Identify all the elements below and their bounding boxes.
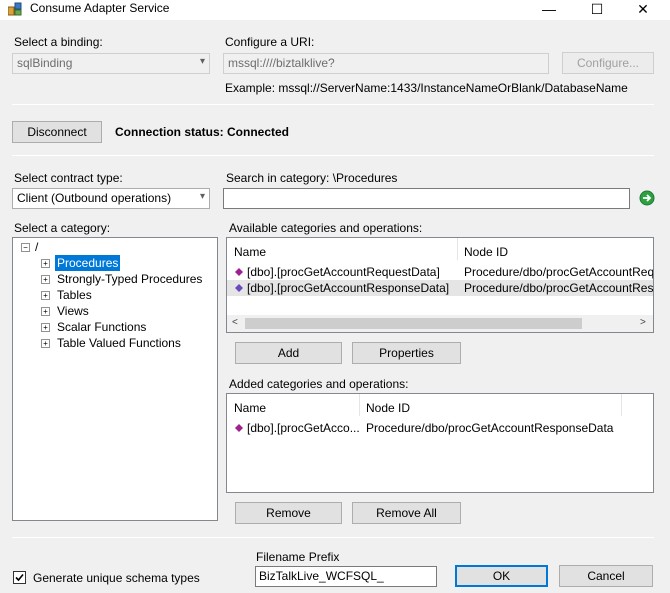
properties-button[interactable]: Properties: [352, 342, 461, 364]
uri-label: Configure a URI:: [225, 35, 315, 49]
category-tree[interactable]: − / + Procedures + Strongly-Typed Proced…: [12, 237, 218, 521]
added-list[interactable]: Name Node ID [dbo].[procGetAcco... Proce…: [226, 393, 654, 493]
disconnect-button[interactable]: Disconnect: [12, 121, 102, 143]
cancel-button[interactable]: Cancel: [559, 565, 653, 587]
uri-example: Example: mssql://ServerName:1433/Instanc…: [225, 81, 628, 95]
column-divider[interactable]: [359, 394, 360, 416]
add-button[interactable]: Add: [235, 342, 342, 364]
window-title: Consume Adapter Service: [30, 1, 170, 15]
tree-item-views[interactable]: Views: [57, 303, 89, 319]
tree-item-scalar-functions[interactable]: Scalar Functions: [57, 319, 146, 335]
expand-icon[interactable]: +: [41, 323, 50, 332]
filename-prefix-label: Filename Prefix: [256, 550, 340, 564]
chevron-down-icon: ▾: [199, 56, 205, 67]
generate-unique-checkbox[interactable]: [13, 571, 26, 584]
tree-root[interactable]: /: [35, 239, 38, 255]
chevron-left-icon[interactable]: <: [232, 317, 238, 328]
expand-icon[interactable]: +: [41, 291, 50, 300]
search-go-icon[interactable]: [639, 190, 655, 206]
operation-name: [dbo].[procGetAccountRequestData]: [247, 265, 440, 279]
available-label: Available categories and operations:: [229, 221, 423, 235]
scrollbar-thumb[interactable]: [245, 318, 582, 329]
maximize-button[interactable]: ☐: [580, 0, 614, 20]
column-header-name[interactable]: Name: [234, 245, 266, 259]
tree-item-procedures[interactable]: Procedures: [55, 255, 121, 271]
operation-node-id: Procedure/dbo/procGetAccountRequestData: [464, 265, 654, 279]
contract-type-label: Select contract type:: [14, 171, 123, 185]
binding-select[interactable]: sqlBinding ▾: [12, 53, 210, 74]
tree-item-strongly-typed-procedures[interactable]: Strongly-Typed Procedures: [57, 271, 202, 287]
category-label: Select a category:: [14, 221, 111, 235]
column-header-node-id[interactable]: Node ID: [366, 401, 410, 415]
generate-unique-label[interactable]: Generate unique schema types: [33, 571, 200, 585]
search-input[interactable]: [223, 188, 630, 209]
binding-label: Select a binding:: [14, 35, 103, 49]
column-divider[interactable]: [457, 238, 458, 260]
remove-button[interactable]: Remove: [235, 502, 342, 524]
divider: [12, 155, 654, 156]
divider: [12, 104, 654, 105]
close-button[interactable]: ✕: [626, 0, 660, 20]
table-row[interactable]: [dbo].[procGetAccountRequestData] Proced…: [227, 264, 653, 280]
table-row[interactable]: [dbo].[procGetAcco... Procedure/dbo/proc…: [227, 420, 653, 436]
contract-type-value: Client (Outbound operations): [17, 191, 172, 205]
chevron-down-icon: ▾: [199, 191, 205, 202]
remove-all-button[interactable]: Remove All: [352, 502, 461, 524]
operation-icon: [235, 268, 243, 276]
operation-node-id: Procedure/dbo/procGetAccountResponseData: [464, 281, 654, 295]
expand-icon[interactable]: +: [41, 307, 50, 316]
disconnect-label: Disconnect: [27, 125, 87, 139]
filename-prefix-input[interactable]: BizTalkLive_WCFSQL_: [255, 566, 437, 587]
minimize-button[interactable]: —: [532, 0, 566, 20]
expand-icon[interactable]: +: [41, 339, 50, 348]
uri-input[interactable]: mssql:////biztalklive?: [223, 53, 549, 74]
column-header-node-id[interactable]: Node ID: [464, 245, 508, 259]
column-header-name[interactable]: Name: [234, 401, 266, 415]
operation-name: [dbo].[procGetAccountResponseData]: [247, 281, 450, 295]
tree-item-table-valued-functions[interactable]: Table Valued Functions: [57, 335, 181, 351]
operation-node-id: Procedure/dbo/procGetAccountResponseData: [366, 421, 614, 435]
chevron-right-icon[interactable]: >: [640, 317, 646, 328]
available-list[interactable]: Name Node ID [dbo].[procGetAccountReques…: [226, 237, 654, 333]
checkmark-icon: [15, 573, 24, 582]
operation-name: [dbo].[procGetAcco...: [247, 421, 360, 435]
contract-type-select[interactable]: Client (Outbound operations) ▾: [12, 188, 210, 209]
connection-status: Connection status: Connected: [115, 125, 290, 139]
table-row[interactable]: [dbo].[procGetAccountResponseData] Proce…: [227, 280, 653, 296]
expand-icon[interactable]: +: [41, 275, 50, 284]
binding-value: sqlBinding: [17, 56, 73, 70]
ok-button[interactable]: OK: [455, 565, 548, 587]
operation-icon: [235, 284, 243, 292]
horizontal-scrollbar[interactable]: < >: [227, 315, 653, 332]
divider: [12, 537, 654, 538]
configure-button[interactable]: Configure...: [562, 52, 654, 74]
search-label: Search in category: \Procedures: [226, 171, 398, 185]
app-icon: [8, 2, 22, 16]
tree-item-tables[interactable]: Tables: [57, 287, 92, 303]
added-label: Added categories and operations:: [229, 377, 409, 391]
collapse-icon[interactable]: −: [21, 243, 30, 252]
expand-icon[interactable]: +: [41, 259, 50, 268]
operation-icon: [235, 424, 243, 432]
column-divider[interactable]: [621, 394, 622, 416]
